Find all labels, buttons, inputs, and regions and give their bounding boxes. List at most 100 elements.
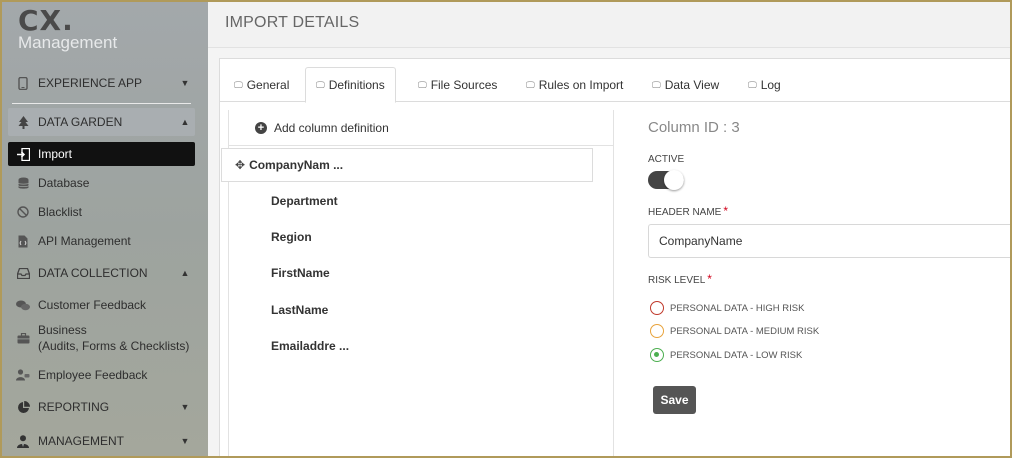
monitor-icon: 🖵 — [418, 79, 427, 90]
radio-button[interactable] — [650, 301, 664, 315]
chevron-up-icon: ▲ — [180, 117, 190, 127]
column-item[interactable]: FirstName — [271, 266, 330, 280]
risk-option-label: PERSONAL DATA - MEDIUM RISK — [670, 325, 820, 337]
tab-file-sources[interactable]: 🖵 File Sources — [408, 67, 507, 103]
plus-circle-icon: + — [255, 121, 267, 134]
sidebar-item-blacklist[interactable]: Blacklist — [8, 201, 195, 223]
risk-option-high[interactable]: PERSONAL DATA - HIGH RISK — [650, 301, 804, 315]
tab-general[interactable]: 🖵 General — [224, 67, 299, 103]
briefcase-icon — [8, 332, 38, 344]
sidebar-item-api-management[interactable]: API Management — [8, 230, 195, 252]
risk-option-label: PERSONAL DATA - HIGH RISK — [670, 302, 805, 314]
sidebar-item-data-collection[interactable]: DATA COLLECTION ▲ — [8, 260, 195, 286]
required-mark: * — [723, 204, 729, 218]
user-comment-icon — [8, 369, 38, 381]
active-toggle[interactable] — [648, 170, 684, 190]
column-item[interactable]: LastName — [271, 303, 328, 317]
sidebar-divider — [12, 103, 191, 104]
sidebar-item-label: DATA COLLECTION — [38, 266, 148, 280]
sidebar-item-label: Business (Audits, Forms & Checklists) — [38, 322, 195, 354]
sidebar-item-label: Employee Feedback — [38, 368, 148, 382]
monitor-icon: 🖵 — [748, 79, 757, 90]
inbox-icon — [8, 267, 38, 279]
active-label: ACTIVE — [648, 154, 685, 165]
risk-level-label: RISK LEVEL * — [648, 272, 712, 286]
tab-definitions[interactable]: 🖵 Definitions — [305, 67, 396, 103]
column-list: + Add column definition ✥ CompanyNam ...… — [221, 110, 614, 458]
add-column-label: Add column definition — [274, 120, 389, 135]
main-area: IMPORT DETAILS 🖵 General 🖵 Definitions 🖵… — [208, 0, 1012, 458]
chat-icon — [8, 300, 38, 311]
chevron-down-icon: ▼ — [180, 436, 190, 446]
column-id: Column ID : 3 — [648, 119, 740, 136]
chevron-down-icon: ▼ — [180, 78, 190, 88]
column-item[interactable]: Region — [271, 230, 312, 244]
sidebar-item-import[interactable]: Import — [8, 142, 195, 166]
toggle-knob — [664, 170, 684, 190]
add-column-button[interactable]: + Add column definition — [229, 110, 614, 146]
sidebar-item-label: API Management — [38, 234, 131, 248]
monitor-icon: 🖵 — [652, 79, 661, 90]
radio-button[interactable] — [650, 324, 664, 338]
required-mark: * — [707, 272, 712, 286]
sidebar-item-label: REPORTING — [38, 400, 110, 414]
page-title: IMPORT DETAILS — [225, 14, 360, 31]
tab-label: Log — [760, 78, 781, 92]
risk-level-label-text: RISK LEVEL — [648, 275, 706, 286]
pie-chart-icon — [8, 400, 38, 414]
sidebar-item-data-garden[interactable]: DATA GARDEN ▲ — [8, 108, 195, 136]
sidebar: CX. Management EXPERIENCE APP ▼ DATA GAR… — [0, 0, 208, 458]
save-button[interactable]: Save — [653, 386, 696, 414]
monitor-icon: 🖵 — [316, 79, 325, 90]
column-item[interactable]: Emailaddre ... — [271, 339, 349, 353]
tab-bar: 🖵 General 🖵 Definitions 🖵 File Sources 🖵… — [220, 59, 1012, 103]
chevron-down-icon: ▼ — [180, 402, 190, 412]
ban-icon — [8, 206, 38, 218]
import-icon — [8, 147, 38, 161]
logo[interactable]: CX. Management — [18, 6, 117, 52]
header-name-input[interactable]: CompanyName — [648, 224, 1012, 258]
sidebar-item-label-line1: Business — [38, 323, 87, 337]
monitor-icon: 🖵 — [234, 79, 243, 90]
sidebar-item-label: EXPERIENCE APP — [38, 76, 143, 90]
header-name-label-text: HEADER NAME — [648, 207, 722, 218]
sidebar-item-database[interactable]: Database — [8, 172, 195, 194]
sidebar-item-label-line2: (Audits, Forms & Checklists) — [38, 339, 190, 353]
column-item-label: CompanyNam ... — [249, 158, 344, 172]
radio-button-selected[interactable] — [650, 348, 664, 362]
chevron-up-icon: ▲ — [180, 268, 190, 278]
tab-data-view[interactable]: 🖵 Data View — [642, 67, 729, 103]
risk-option-label: PERSONAL DATA - LOW RISK — [670, 349, 803, 361]
tab-log[interactable]: 🖵 Log — [738, 67, 791, 103]
database-icon — [8, 177, 38, 190]
sidebar-item-customer-feedback[interactable]: Customer Feedback — [8, 294, 195, 316]
sidebar-item-business[interactable]: Business (Audits, Forms & Checklists) — [8, 321, 195, 355]
move-icon[interactable]: ✥ — [235, 158, 245, 172]
sidebar-item-management[interactable]: MANAGEMENT ▼ — [8, 428, 195, 454]
sidebar-item-label: Import — [38, 147, 73, 161]
file-code-icon — [8, 235, 38, 248]
monitor-icon: 🖵 — [526, 79, 535, 90]
tab-label: General — [246, 78, 290, 92]
sidebar-item-experience-app[interactable]: EXPERIENCE APP ▼ — [8, 70, 195, 96]
sidebar-item-employee-feedback[interactable]: Employee Feedback — [8, 364, 195, 386]
tab-label: File Sources — [430, 78, 498, 92]
sidebar-item-label: Database — [38, 176, 90, 190]
sidebar-item-reporting[interactable]: REPORTING ▼ — [8, 394, 195, 420]
details-card: 🖵 General 🖵 Definitions 🖵 File Sources 🖵… — [219, 58, 1012, 458]
sidebar-item-label: Blacklist — [38, 205, 83, 219]
phone-icon — [8, 76, 38, 90]
column-detail-form: Column ID : 3 ACTIVE HEADER NAME * Compan… — [648, 110, 1012, 458]
logo-brand: CX. — [18, 4, 74, 37]
risk-option-medium[interactable]: PERSONAL DATA - MEDIUM RISK — [650, 324, 819, 338]
tree-icon — [8, 115, 38, 129]
sidebar-item-label: MANAGEMENT — [38, 434, 125, 448]
tab-rules-on-import[interactable]: 🖵 Rules on Import — [516, 67, 633, 103]
risk-option-low[interactable]: PERSONAL DATA - LOW RISK — [650, 348, 802, 362]
column-item-selected[interactable]: ✥ CompanyNam ... — [221, 148, 593, 182]
tab-label: Rules on Import — [538, 78, 624, 92]
user-tie-icon — [8, 434, 38, 448]
column-item[interactable]: Department — [271, 194, 338, 208]
header-bar: IMPORT DETAILS — [208, 0, 1012, 48]
logo-subtitle: Management — [18, 33, 118, 52]
